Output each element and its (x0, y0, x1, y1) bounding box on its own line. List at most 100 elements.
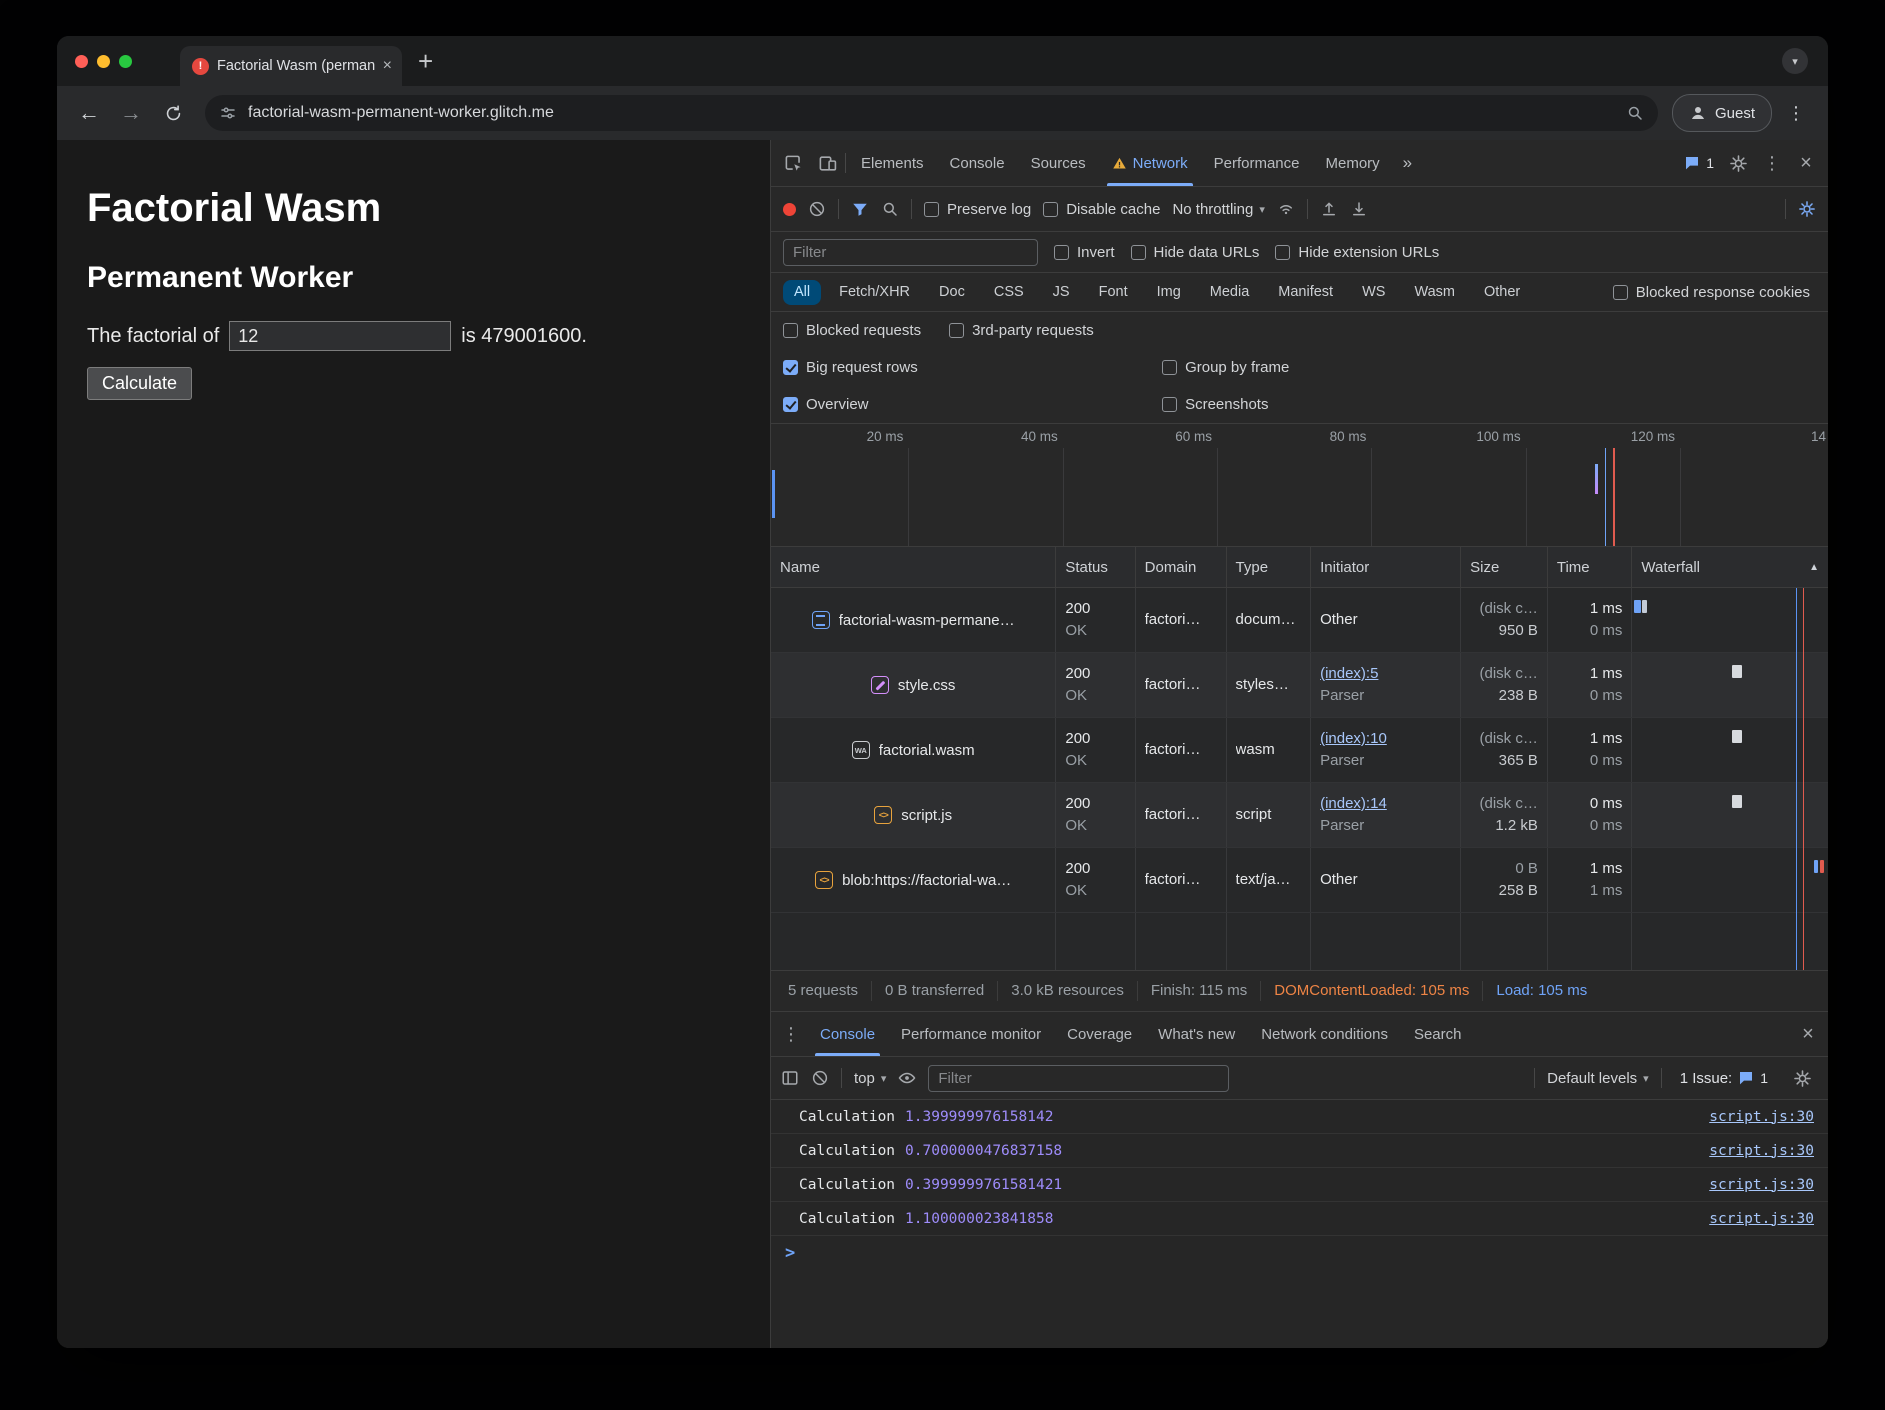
column-header-waterfall[interactable]: Waterfall▲ (1632, 547, 1828, 587)
devtools-tab-network[interactable]: Network (1099, 140, 1201, 186)
close-window-button[interactable] (75, 55, 88, 68)
javascript-context-select[interactable]: top ▾ (854, 1070, 886, 1087)
checkbox-group-by-frame[interactable]: Group by frame (1162, 359, 1289, 376)
hide-data-urls-checkbox[interactable]: Hide data URLs (1131, 244, 1260, 261)
filter-chip-other[interactable]: Other (1473, 280, 1531, 305)
network-overview[interactable]: 20 ms40 ms60 ms80 ms100 ms120 ms14 (771, 424, 1828, 547)
drawer-tab-console[interactable]: Console (807, 1012, 888, 1056)
checkbox-3rd-party-requests[interactable]: 3rd-party requests (949, 322, 1094, 339)
import-har-icon[interactable] (1320, 200, 1338, 218)
reload-button[interactable] (155, 95, 191, 131)
devtools-tab-console[interactable]: Console (937, 140, 1018, 186)
invert-checkbox[interactable]: Invert (1054, 244, 1115, 261)
eye-icon[interactable] (898, 1069, 916, 1087)
network-request-row[interactable]: <>script.js200OKfactori…script(index):14… (771, 783, 1828, 848)
zoom-window-button[interactable] (119, 55, 132, 68)
filter-chip-wasm[interactable]: Wasm (1403, 280, 1466, 305)
tab-close-icon[interactable]: × (383, 57, 392, 75)
factorial-input[interactable] (229, 321, 451, 351)
column-header-type[interactable]: Type (1227, 547, 1312, 587)
preserve-log-checkbox[interactable]: Preserve log (924, 201, 1031, 218)
address-bar[interactable]: factorial-wasm-permanent-worker.glitch.m… (205, 95, 1658, 131)
console-source-link[interactable]: script.js:30 (1709, 1211, 1814, 1227)
drawer-menu-icon[interactable]: ⋮ (775, 1018, 807, 1050)
browser-tab[interactable]: ! Factorial Wasm (permanent W × (180, 46, 402, 86)
column-header-initiator[interactable]: Initiator (1311, 547, 1461, 587)
filter-chip-all[interactable]: All (783, 280, 821, 305)
column-header-time[interactable]: Time (1548, 547, 1633, 587)
filter-chip-img[interactable]: Img (1146, 280, 1192, 305)
device-toolbar-icon[interactable] (811, 147, 843, 179)
disable-cache-checkbox[interactable]: Disable cache (1043, 201, 1160, 218)
tab-search-button[interactable]: ▾ (1782, 48, 1808, 74)
throttling-select[interactable]: No throttling ▾ (1172, 201, 1264, 218)
zoom-icon[interactable] (1626, 104, 1644, 122)
browser-menu-button[interactable]: ⋮ (1778, 95, 1814, 131)
network-request-row[interactable]: style.css200OKfactori…styles…(index):5Pa… (771, 653, 1828, 718)
checkbox-overview[interactable]: Overview (783, 396, 869, 413)
calculate-button[interactable]: Calculate (87, 367, 192, 400)
drawer-tab-what-s-new[interactable]: What's new (1145, 1012, 1248, 1056)
devtools-tab-elements[interactable]: Elements (848, 140, 937, 186)
forward-button[interactable]: → (113, 95, 149, 131)
filter-chip-ws[interactable]: WS (1351, 280, 1396, 305)
console-source-link[interactable]: script.js:30 (1709, 1143, 1814, 1159)
checkbox-screenshots[interactable]: Screenshots (1162, 396, 1268, 413)
column-header-status[interactable]: Status (1056, 547, 1135, 587)
console-settings-gear-icon[interactable] (1786, 1062, 1818, 1094)
filter-chip-media[interactable]: Media (1199, 280, 1261, 305)
filter-chip-js[interactable]: JS (1042, 280, 1081, 305)
search-icon[interactable] (881, 200, 899, 218)
drawer-tab-performance-monitor[interactable]: Performance monitor (888, 1012, 1054, 1056)
hide-extension-urls-checkbox[interactable]: Hide extension URLs (1275, 244, 1439, 261)
console-prompt[interactable]: > (771, 1236, 1828, 1270)
inspect-element-icon[interactable] (777, 147, 809, 179)
column-header-domain[interactable]: Domain (1136, 547, 1227, 587)
checkbox-big-request-rows[interactable]: Big request rows (783, 359, 918, 376)
log-levels-select[interactable]: Default levels ▾ (1547, 1070, 1649, 1087)
console-sidebar-icon[interactable] (781, 1069, 799, 1087)
filter-chip-manifest[interactable]: Manifest (1267, 280, 1344, 305)
record-network-log-button[interactable] (783, 203, 796, 216)
column-header-size[interactable]: Size (1461, 547, 1548, 587)
drawer-close-icon[interactable]: × (1792, 1018, 1824, 1050)
drawer-tab-coverage[interactable]: Coverage (1054, 1012, 1145, 1056)
network-request-row[interactable]: <>blob:https://factorial-wa…200OKfactori… (771, 848, 1828, 913)
devtools-tab-memory[interactable]: Memory (1313, 140, 1393, 186)
filter-chip-doc[interactable]: Doc (928, 280, 976, 305)
clear-network-log-icon[interactable] (808, 200, 826, 218)
clear-console-icon[interactable] (811, 1069, 829, 1087)
export-har-icon[interactable] (1350, 200, 1368, 218)
url-text[interactable]: factorial-wasm-permanent-worker.glitch.m… (248, 104, 1615, 122)
console-source-link[interactable]: script.js:30 (1709, 1177, 1814, 1193)
console-issues-counter[interactable]: 1 Issue: 1 (1674, 1070, 1774, 1087)
drawer-tab-search[interactable]: Search (1401, 1012, 1475, 1056)
profile-button[interactable]: Guest (1672, 94, 1772, 132)
issues-counter[interactable]: 1 (1678, 155, 1720, 171)
console-source-link[interactable]: script.js:30 (1709, 1109, 1814, 1125)
drawer-tab-network-conditions[interactable]: Network conditions (1248, 1012, 1401, 1056)
filter-icon[interactable] (851, 200, 869, 218)
network-request-row[interactable]: factorial-wasm-permane…200OKfactori…docu… (771, 588, 1828, 653)
minimize-window-button[interactable] (97, 55, 110, 68)
site-settings-icon[interactable] (219, 104, 237, 122)
more-tabs-icon[interactable]: » (1395, 153, 1420, 173)
network-settings-gear-icon[interactable] (1798, 200, 1816, 218)
network-conditions-icon[interactable] (1277, 200, 1295, 218)
devtools-menu-icon[interactable]: ⋮ (1756, 147, 1788, 179)
filter-chip-css[interactable]: CSS (983, 280, 1035, 305)
filter-chip-fetch-xhr[interactable]: Fetch/XHR (828, 280, 921, 305)
filter-chip-font[interactable]: Font (1088, 280, 1139, 305)
new-tab-button[interactable]: + (418, 48, 433, 74)
devtools-tab-sources[interactable]: Sources (1018, 140, 1099, 186)
console-filter-input[interactable] (928, 1065, 1229, 1092)
network-request-row[interactable]: WAfactorial.wasm200OKfactori…wasm(index)… (771, 718, 1828, 783)
checkbox-blocked-requests[interactable]: Blocked requests (783, 322, 921, 339)
network-filter-input[interactable] (783, 239, 1038, 266)
blocked-response-cookies-checkbox[interactable]: Blocked response cookies (1613, 284, 1810, 301)
devtools-tab-performance[interactable]: Performance (1201, 140, 1313, 186)
devtools-close-icon[interactable]: × (1790, 147, 1822, 179)
devtools-settings-icon[interactable] (1722, 147, 1754, 179)
column-header-name[interactable]: Name (771, 547, 1056, 587)
back-button[interactable]: ← (71, 95, 107, 131)
